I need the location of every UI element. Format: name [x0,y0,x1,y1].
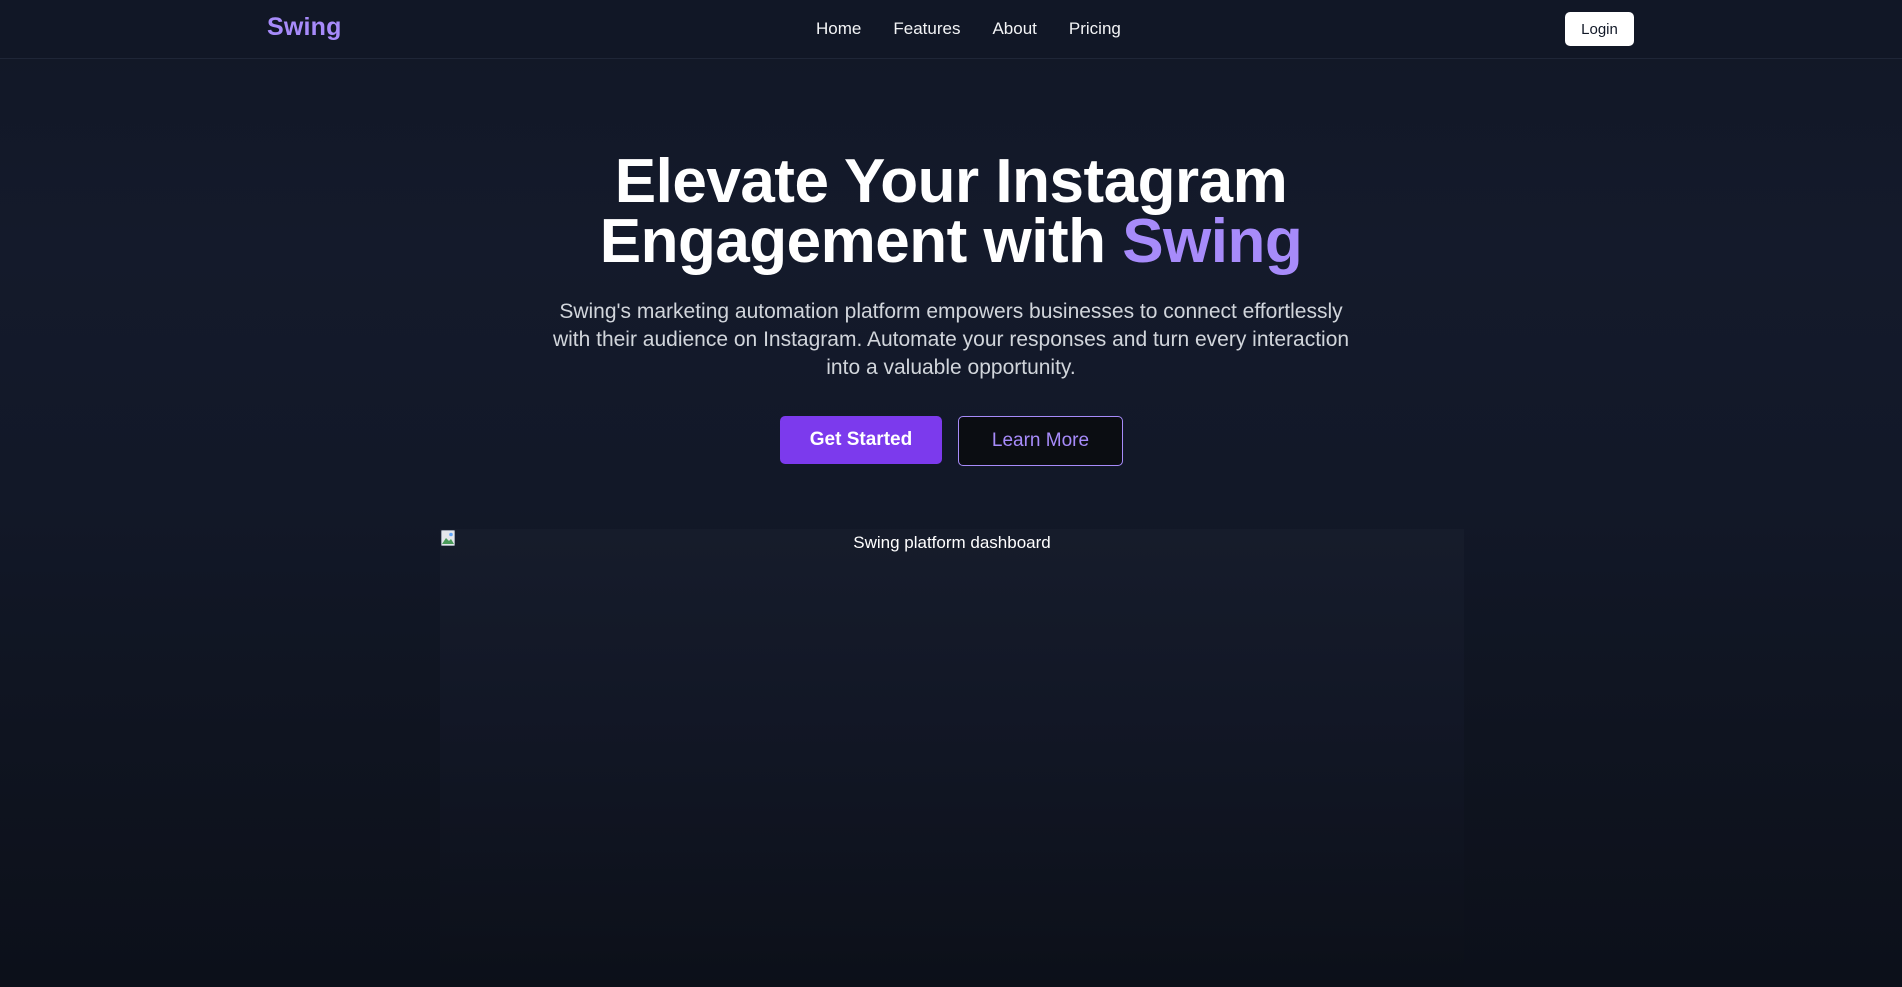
cta-row: Get Started Learn More [780,416,1123,466]
dashboard-image-alt-text: Swing platform dashboard [853,533,1051,552]
login-button[interactable]: Login [1565,12,1634,46]
hero-title: Elevate Your Instagram Engagement with Sw… [451,151,1451,273]
hero-title-accent: Swing [1122,207,1303,276]
brand-logo[interactable]: Swing [267,13,342,42]
learn-more-button[interactable]: Learn More [958,416,1123,466]
nav-link-pricing[interactable]: Pricing [1069,19,1121,39]
nav-link-home[interactable]: Home [816,19,861,39]
hero-title-line2: Engagement with [599,207,1123,276]
nav-link-about[interactable]: About [992,19,1036,39]
dashboard-image: Swing platform dashboard [440,529,1464,987]
nav-link-features[interactable]: Features [893,19,960,39]
navbar: Swing Home Features About Pricing Login [0,0,1902,59]
hero-subtitle: Swing's marketing automation platform em… [552,300,1350,379]
hero-title-line1: Elevate Your Instagram [614,147,1288,216]
landing-page: Swing Home Features About Pricing Login … [0,0,1902,987]
get-started-button[interactable]: Get Started [780,416,942,464]
nav-links: Home Features About Pricing [816,19,1121,39]
